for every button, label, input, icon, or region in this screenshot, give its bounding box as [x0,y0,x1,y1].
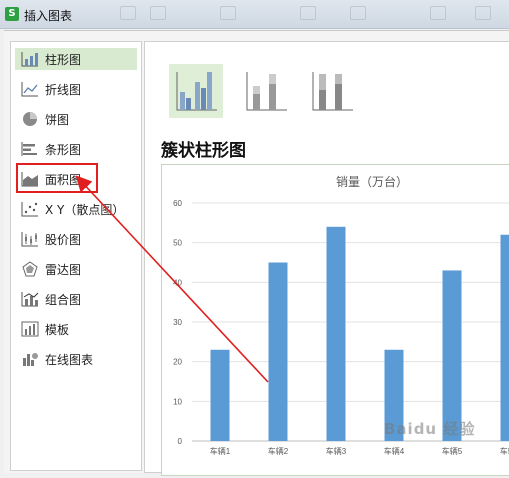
chart-title: 销量（万台） [336,174,408,189]
stock-chart-icon [21,231,39,247]
sidebar-item-template[interactable]: 模板 [15,318,137,340]
sidebar-item-label: 在线图表 [45,351,93,368]
column-chart-icon [21,51,39,67]
title-bar: S 插入图表 [0,0,509,29]
ribbon-ghost-icon [300,6,316,20]
sidebar-item-radar[interactable]: 雷达图 [15,258,137,280]
percent-stacked-column-icon[interactable] [305,64,359,118]
bar [443,270,462,441]
chart-subtype-panel: 簇状柱形图 销量（万台） 0 10 20 30 40 50 60 车辆1 车辆2 车辆3 车辆4 车辆… [144,41,509,473]
chart-subtype-heading: 簇状柱形图 [161,136,246,161]
insert-chart-dialog: 柱形图 折线图 饼图 条形图 面积 [4,30,509,473]
sidebar-item-label: 饼图 [45,111,69,128]
online-chart-icon [21,351,39,367]
sidebar-item-combo[interactable]: 组合图 [15,288,137,310]
y-tick-label: 0 [178,437,183,446]
bar [327,227,346,441]
bar-chart-icon [21,141,39,157]
sidebar-item-label: 模板 [45,321,69,338]
window-title: 插入图表 [24,7,72,24]
x-tick-label: 车辆4 [384,446,405,456]
template-icon [21,321,39,337]
y-tick-label: 20 [173,358,182,367]
app-icon: S [5,7,19,21]
y-tick-label: 30 [173,318,182,327]
sidebar-item-label: 柱形图 [45,51,81,68]
ribbon-ghost-icon [220,6,236,20]
ribbon-ghost-icon [120,6,136,20]
sidebar-item-label: 折线图 [45,81,81,98]
sidebar-item-online[interactable]: 在线图表 [15,348,137,370]
sidebar-item-bar[interactable]: 条形图 [15,138,137,160]
annotation-highlight-box [16,163,98,193]
sidebar-item-label: 条形图 [45,141,81,158]
sidebar-item-column[interactable]: 柱形图 [15,48,137,70]
ribbon-ghost-icon [350,6,366,20]
chart-type-sidebar: 柱形图 折线图 饼图 条形图 面积 [10,41,142,471]
y-tick-label: 40 [173,278,182,287]
y-tick-label: 10 [173,397,182,406]
ribbon-ghost-icon [150,6,166,20]
x-tick-label: 车辆1 [210,446,231,456]
bar [269,263,288,442]
sidebar-item-label: 股价图 [45,231,81,248]
x-tick-label: 车辆5 [442,446,463,456]
x-tick-label: 车辆3 [326,446,347,456]
sidebar-item-label: X Y（散点图） [45,201,124,218]
sidebar-item-line[interactable]: 折线图 [15,78,137,100]
radar-chart-icon [21,261,39,277]
watermark: Baidu 经验 [384,418,475,439]
x-tick-label: 车辆2 [268,446,289,456]
bar [501,235,509,441]
combo-chart-icon [21,291,39,307]
y-tick-label: 60 [173,199,182,208]
clustered-column-icon[interactable] [169,64,223,118]
sidebar-item-label: 雷达图 [45,261,81,278]
x-tick-label: 车辆6 [500,446,509,456]
bar [211,350,230,441]
stacked-column-icon[interactable] [239,64,293,118]
sidebar-item-stock[interactable]: 股价图 [15,228,137,250]
sidebar-item-pie[interactable]: 饼图 [15,108,137,130]
pie-chart-icon [21,111,39,127]
ribbon-ghost-icon [475,6,491,20]
line-chart-icon [21,81,39,97]
sidebar-item-label: 组合图 [45,291,81,308]
y-tick-label: 50 [173,239,182,248]
scatter-chart-icon [21,201,39,217]
sidebar-item-scatter[interactable]: X Y（散点图） [15,198,137,220]
ribbon-ghost-icon [430,6,446,20]
